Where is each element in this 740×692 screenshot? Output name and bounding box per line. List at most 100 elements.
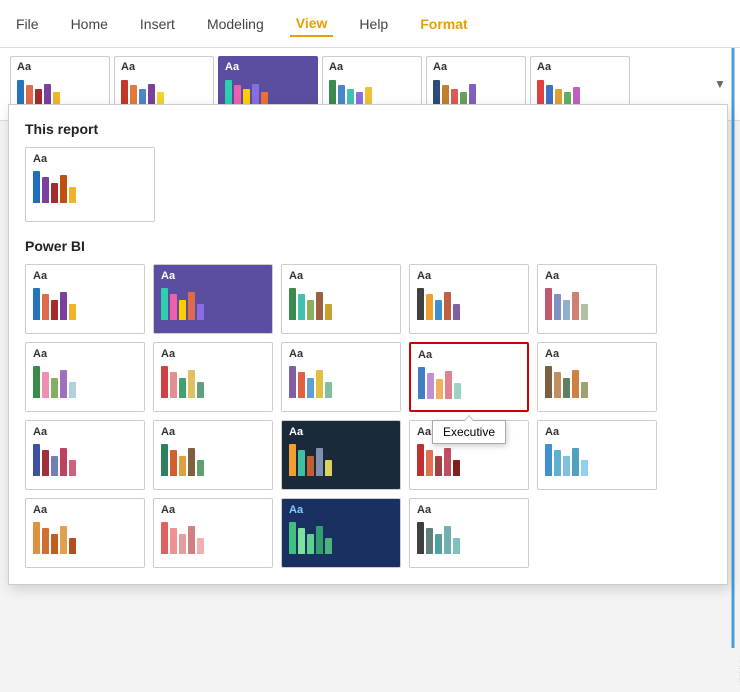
bar xyxy=(69,460,76,476)
bar xyxy=(554,450,561,476)
theme-card[interactable]: Aa xyxy=(537,264,657,334)
bar xyxy=(289,366,296,398)
theme-aa-label: Aa xyxy=(289,270,393,282)
theme-card[interactable]: Aa xyxy=(25,264,145,334)
bar xyxy=(33,366,40,398)
theme-card[interactable]: Aa xyxy=(153,420,273,490)
theme-bars xyxy=(418,365,520,399)
bar xyxy=(307,534,314,554)
bar xyxy=(17,80,24,104)
bar xyxy=(444,292,451,320)
theme-card[interactable]: Aa xyxy=(25,342,145,412)
bar xyxy=(44,84,51,104)
theme-card[interactable]: Aa xyxy=(281,420,401,490)
theme-card[interactable]: Aa xyxy=(281,498,401,568)
bar xyxy=(69,304,76,320)
bar xyxy=(417,288,424,320)
bar xyxy=(453,460,460,476)
bar xyxy=(316,370,323,398)
theme-aa-label: Aa xyxy=(161,504,265,516)
theme-card[interactable]: AaExecutive xyxy=(409,342,529,412)
menu-file[interactable]: File xyxy=(10,12,45,36)
theme-aa-label: Aa xyxy=(433,61,519,73)
theme-aa-label: Aa xyxy=(545,348,649,360)
bar xyxy=(69,538,76,554)
theme-aa-label: Aa xyxy=(289,504,393,516)
bar xyxy=(289,522,296,554)
theme-card[interactable]: Aa xyxy=(153,264,273,334)
bar xyxy=(356,92,363,104)
theme-card[interactable]: Aa xyxy=(153,498,273,568)
theme-aa-label: Aa xyxy=(33,426,137,438)
bar xyxy=(243,89,250,104)
bar xyxy=(42,294,49,320)
theme-card[interactable]: Aa xyxy=(281,264,401,334)
menu-view[interactable]: View xyxy=(290,11,334,37)
bar xyxy=(417,444,424,476)
theme-bars xyxy=(417,442,521,476)
theme-card[interactable]: Aa xyxy=(25,420,145,490)
bar xyxy=(417,522,424,554)
theme-card[interactable]: Aa xyxy=(409,264,529,334)
menu-modeling[interactable]: Modeling xyxy=(201,12,270,36)
bar xyxy=(433,80,440,104)
menu-home[interactable]: Home xyxy=(65,12,114,36)
theme-card[interactable]: Aa xyxy=(281,342,401,412)
theme-bars xyxy=(545,286,649,320)
bar xyxy=(42,372,49,398)
bar xyxy=(572,292,579,320)
bar xyxy=(444,526,451,554)
theme-card[interactable]: Aa xyxy=(25,147,155,222)
bar xyxy=(60,448,67,476)
bar xyxy=(51,534,58,554)
theme-bars xyxy=(289,286,393,320)
bar xyxy=(161,522,168,554)
bar xyxy=(42,450,49,476)
bar xyxy=(35,89,42,104)
theme-aa-label: Aa xyxy=(225,61,311,73)
theme-row-2: AaAaAaAaAa xyxy=(25,420,711,490)
bar xyxy=(161,444,168,476)
bar xyxy=(179,378,186,398)
theme-bars xyxy=(329,76,415,104)
theme-card[interactable]: Aa xyxy=(409,420,529,490)
theme-bars xyxy=(433,76,519,104)
theme-card[interactable]: Aa xyxy=(537,420,657,490)
bar xyxy=(298,294,305,320)
bar xyxy=(42,528,49,554)
theme-bars xyxy=(417,286,521,320)
bar xyxy=(325,538,332,554)
bar xyxy=(188,292,195,320)
bar xyxy=(435,534,442,554)
theme-aa-label: Aa xyxy=(289,348,393,360)
theme-bars xyxy=(161,520,265,554)
bar xyxy=(197,538,204,554)
bar xyxy=(289,444,296,476)
theme-aa-label: Aa xyxy=(121,61,207,73)
menu-insert[interactable]: Insert xyxy=(134,12,181,36)
bar xyxy=(261,92,268,104)
bar xyxy=(365,87,372,104)
bar xyxy=(537,80,544,104)
bar xyxy=(316,448,323,476)
menu-format[interactable]: Format xyxy=(414,12,473,36)
theme-bars xyxy=(289,520,393,554)
bar xyxy=(42,177,49,203)
theme-card[interactable]: Aa xyxy=(25,498,145,568)
theme-card[interactable]: Aa xyxy=(409,498,529,568)
theme-bars xyxy=(33,286,137,320)
theme-bars xyxy=(161,442,265,476)
menu-help[interactable]: Help xyxy=(353,12,394,36)
bar xyxy=(157,92,164,104)
bar xyxy=(445,371,452,399)
bar xyxy=(60,175,67,203)
bar xyxy=(581,460,588,476)
theme-bars xyxy=(33,169,147,203)
power-bi-label: Power BI xyxy=(25,238,711,254)
bar xyxy=(252,84,259,104)
bar xyxy=(188,526,195,554)
bar xyxy=(426,450,433,476)
theme-card[interactable]: Aa xyxy=(537,342,657,412)
bar xyxy=(427,373,434,399)
theme-card[interactable]: Aa xyxy=(153,342,273,412)
